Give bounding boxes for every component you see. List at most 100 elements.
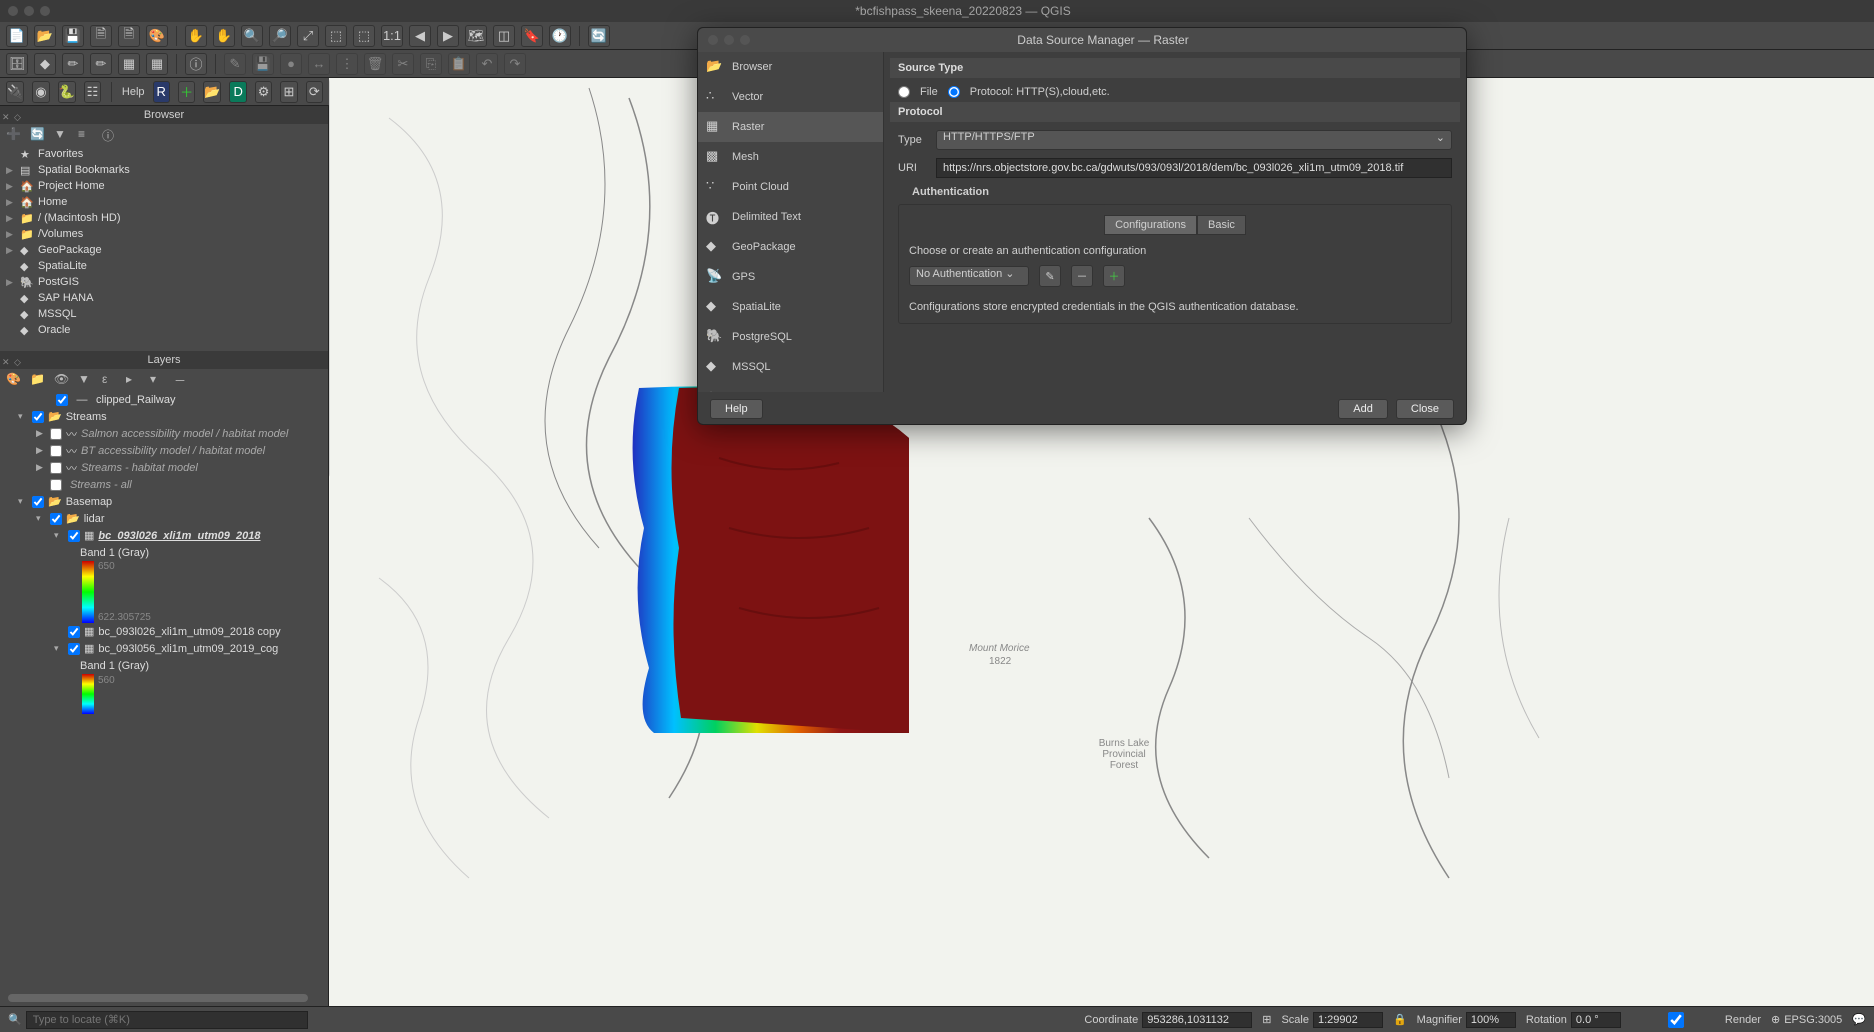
browser-item[interactable]: ◆MSSQL xyxy=(0,306,328,322)
move-feature-button[interactable]: ↔ xyxy=(308,53,330,75)
zoom-out-button[interactable]: 🔎 xyxy=(269,25,291,47)
dialog-nav-vector[interactable]: ∴Vector xyxy=(698,82,883,112)
filter-legend-icon[interactable]: ▼ xyxy=(78,372,94,388)
browser-item[interactable]: ▶🐘PostGIS xyxy=(0,274,328,290)
dialog-nav-mssql[interactable]: ◆MSSQL xyxy=(698,352,883,382)
add-auth-button[interactable]: ＋ xyxy=(1103,265,1125,287)
plugin-btn-4[interactable]: ☷ xyxy=(84,81,101,103)
layers-tree[interactable]: —clipped_Railway ▾📂Streams ▶〰Salmon acce… xyxy=(0,391,328,1006)
delete-button[interactable]: 🗑 xyxy=(364,53,386,75)
new-map-view-button[interactable]: 🗺 xyxy=(465,25,487,47)
streams-hab-checkbox[interactable] xyxy=(50,462,62,474)
collapse-all-icon[interactable]: ▾ xyxy=(150,372,166,388)
zoom-full-button[interactable]: ⤢ xyxy=(297,25,319,47)
browser-item[interactable]: ▶◆GeoPackage xyxy=(0,242,328,258)
r-button[interactable]: R xyxy=(153,81,170,103)
zoom-last-button[interactable]: ◀ xyxy=(409,25,431,47)
open-project-button[interactable]: 📂 xyxy=(34,25,56,47)
undo-button[interactable]: ↶ xyxy=(476,53,498,75)
zoom-selection-button[interactable]: ⬚ xyxy=(325,25,347,47)
save-edits-button[interactable]: 💾 xyxy=(252,53,274,75)
locator-input[interactable] xyxy=(26,1011,308,1029)
plugin-btn-3[interactable]: 🐍 xyxy=(58,81,76,103)
dialog-nav-postgresql[interactable]: 🐘PostgreSQL xyxy=(698,322,883,352)
dialog-titlebar[interactable]: Data Source Manager — Raster xyxy=(698,28,1466,52)
rotation-input[interactable] xyxy=(1571,1012,1621,1028)
basic-tab[interactable]: Basic xyxy=(1197,215,1246,235)
zoom-layer-button[interactable]: ⬚ xyxy=(353,25,375,47)
open-datasource-button[interactable]: 🗄 xyxy=(6,53,28,75)
browser-item[interactable]: ◆SpatiaLite xyxy=(0,258,328,274)
new-geopackage-button[interactable]: ◆ xyxy=(34,53,56,75)
properties-icon[interactable]: ⓘ xyxy=(102,127,118,143)
plugin-btn-2[interactable]: ◉ xyxy=(32,81,49,103)
zoom-in-button[interactable]: 🔍 xyxy=(241,25,263,47)
dialog-nav-mesh[interactable]: ▩Mesh xyxy=(698,142,883,172)
dialog-nav-geopackage[interactable]: ◆GeoPackage xyxy=(698,232,883,262)
browser-item[interactable]: ◆SAP HANA xyxy=(0,290,328,306)
auth-select[interactable]: No Authentication ⌄ xyxy=(909,266,1029,286)
layer1-checkbox[interactable] xyxy=(68,530,80,542)
streams-all-checkbox[interactable] xyxy=(50,479,62,491)
dialog-nav[interactable]: 📂Browser∴Vector▦Raster▩Mesh∵Point Cloud🅣… xyxy=(698,52,884,392)
style-dock-icon[interactable]: 🎨 xyxy=(6,372,22,388)
browser-item[interactable]: ▶📁/Volumes xyxy=(0,226,328,242)
help-dropdown[interactable]: Help xyxy=(122,86,145,98)
new-3d-view-button[interactable]: ◫ xyxy=(493,25,515,47)
cut-button[interactable]: ✂ xyxy=(392,53,414,75)
bookmark-button[interactable]: 🔖 xyxy=(521,25,543,47)
layer2-checkbox[interactable] xyxy=(68,626,80,638)
undock-panel-icon[interactable]: ◇ xyxy=(14,108,21,126)
browser-item[interactable]: ◆Oracle xyxy=(0,322,328,338)
protocol-type-select[interactable]: HTTP/HTTPS/FTP⌄ xyxy=(936,130,1452,150)
canvas-scrollbar[interactable] xyxy=(329,78,330,478)
close-button[interactable]: Close xyxy=(1396,399,1454,419)
manage-visibility-icon[interactable]: 👁 xyxy=(54,372,70,388)
dialog-window-controls[interactable] xyxy=(708,35,750,45)
crs-button[interactable]: ⊕EPSG:3005 xyxy=(1771,1013,1842,1026)
close-panel-icon[interactable]: ✕ xyxy=(2,108,10,126)
render-checkbox[interactable] xyxy=(1631,1012,1721,1028)
edit-auth-button[interactable]: ✎ xyxy=(1039,265,1061,287)
new-virtual-button[interactable]: ▦ xyxy=(118,53,140,75)
dialog-nav-gps[interactable]: 📡GPS xyxy=(698,262,883,292)
remove-auth-button[interactable]: － xyxy=(1071,265,1093,287)
basemap-checkbox[interactable] xyxy=(32,496,44,508)
add-feature-button[interactable]: ● xyxy=(280,53,302,75)
refresh-button[interactable]: 🔄 xyxy=(588,25,610,47)
scale-input[interactable] xyxy=(1313,1012,1383,1028)
pan-button[interactable]: ✋ xyxy=(185,25,207,47)
close-layers-icon[interactable]: ✕ xyxy=(2,353,10,371)
expression-icon[interactable]: ε xyxy=(102,372,118,388)
add-button[interactable]: Add xyxy=(1338,399,1388,419)
add-layer-icon[interactable]: ➕ xyxy=(6,127,22,143)
streams-checkbox[interactable] xyxy=(32,411,44,423)
dialog-nav-delimited-text[interactable]: 🅣Delimited Text xyxy=(698,202,883,232)
add-group-icon[interactable]: 📁 xyxy=(30,372,46,388)
identify-button[interactable]: ⓘ xyxy=(185,53,207,75)
add-plus-button[interactable]: ＋ xyxy=(178,81,195,103)
zoom-native-button[interactable]: 1:1 xyxy=(381,25,403,47)
temporal-button[interactable]: 🕐 xyxy=(549,25,571,47)
dialog-nav-point-cloud[interactable]: ∵Point Cloud xyxy=(698,172,883,202)
toggle-editing-button[interactable]: ✎ xyxy=(224,53,246,75)
lock-scale-icon[interactable]: 🔒 xyxy=(1393,1013,1407,1026)
new-spatialite-button[interactable]: ✏ xyxy=(90,53,112,75)
refresh-browser-icon[interactable]: 🔄 xyxy=(30,127,46,143)
dialog-nav-oracle[interactable]: ◆Oracle xyxy=(698,382,883,392)
redo-button[interactable]: ↷ xyxy=(504,53,526,75)
expand-all-icon[interactable]: ▸ xyxy=(126,372,142,388)
plugin-btn-1[interactable]: 🔌 xyxy=(6,81,24,103)
help-button[interactable]: Help xyxy=(710,399,763,419)
browser-item[interactable]: ▶🏠Project Home xyxy=(0,178,328,194)
folder-button[interactable]: 📂 xyxy=(203,81,221,103)
green-d-button[interactable]: D xyxy=(229,81,246,103)
layer3-checkbox[interactable] xyxy=(68,643,80,655)
dialog-nav-spatialite[interactable]: ◆SpatiaLite xyxy=(698,292,883,322)
filter-icon[interactable]: ▼ xyxy=(54,127,70,143)
style-manager-button[interactable]: 🎨 xyxy=(146,25,168,47)
new-shapefile-button[interactable]: ✏ xyxy=(62,53,84,75)
new-project-button[interactable]: 📄 xyxy=(6,25,28,47)
browser-item[interactable]: ▶🏠Home xyxy=(0,194,328,210)
zoom-next-button[interactable]: ▶ xyxy=(437,25,459,47)
